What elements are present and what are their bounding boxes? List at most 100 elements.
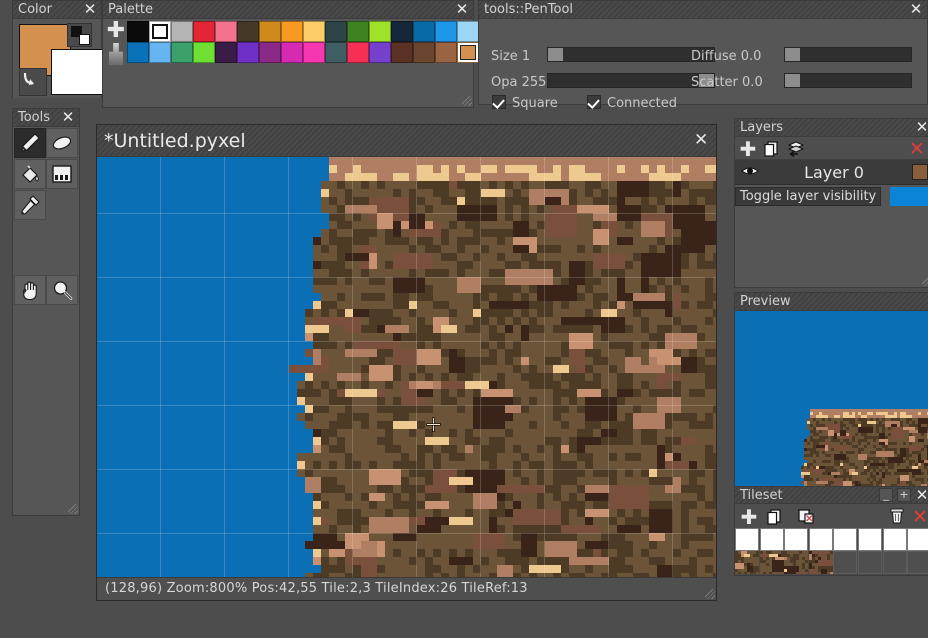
layer-thumbnail[interactable] — [912, 164, 928, 180]
size-slider-knob[interactable] — [548, 48, 563, 61]
background-color-swatch[interactable] — [51, 49, 103, 95]
palette-swatch[interactable] — [237, 21, 259, 42]
palette-swatch[interactable] — [457, 21, 479, 42]
pixel-canvas[interactable] — [97, 157, 716, 577]
close-icon[interactable]: ✕ — [694, 132, 708, 149]
opacity-slider[interactable] — [547, 73, 715, 88]
tileset-empty-slot[interactable] — [735, 528, 759, 551]
close-icon[interactable]: ✕ — [83, 2, 97, 17]
tileset-tile[interactable] — [735, 551, 759, 574]
tileset-empty-slot[interactable] — [808, 528, 833, 551]
clear-tileset-button[interactable] — [887, 506, 907, 525]
tileset-empty-slot[interactable] — [882, 528, 907, 551]
tileset-tile[interactable] — [784, 551, 809, 574]
tileset-empty-slot[interactable] — [907, 551, 928, 574]
pen-tool[interactable] — [14, 128, 46, 158]
close-icon[interactable]: ✕ — [915, 488, 928, 503]
palette-swatch[interactable] — [325, 42, 347, 63]
close-icon[interactable]: ✕ — [915, 120, 928, 135]
tileset-tile[interactable] — [808, 551, 833, 574]
connected-checkbox[interactable] — [587, 95, 601, 109]
maximize-icon[interactable]: + — [897, 488, 911, 502]
remove-tile-button[interactable]: ✕ — [910, 507, 928, 526]
palette-swatch[interactable] — [127, 42, 149, 63]
scatter-slider-knob[interactable] — [785, 74, 800, 87]
tileset-empty-slot[interactable] — [858, 528, 882, 551]
palette-swatch[interactable] — [435, 21, 457, 42]
tileset-empty-slot[interactable] — [833, 551, 858, 574]
palette-swatch[interactable] — [369, 42, 391, 63]
palette-swatch[interactable] — [457, 42, 479, 63]
color-panel-titlebar[interactable]: Color ✕ — [13, 1, 101, 19]
resize-grip[interactable] — [68, 504, 78, 514]
fill-tool[interactable] — [14, 159, 46, 189]
tileset-empty-slot[interactable] — [833, 528, 858, 551]
palette-swatch[interactable] — [149, 21, 171, 42]
preview-panel-titlebar[interactable]: Preview — [735, 293, 928, 311]
palette-swatch[interactable] — [281, 21, 303, 42]
close-icon[interactable]: ✕ — [61, 110, 75, 125]
delete-layer-button[interactable]: ✕ — [907, 139, 927, 158]
eraser-tool[interactable] — [46, 128, 78, 158]
resize-grip[interactable] — [462, 96, 472, 106]
palette-swatch[interactable] — [259, 42, 281, 63]
tools-panel-titlebar[interactable]: Tools ✕ — [13, 109, 79, 127]
palette-swatch[interactable] — [237, 42, 259, 63]
canvas-titlebar[interactable]: *Untitled.pyxel ✕ — [97, 125, 716, 157]
palette-swatch[interactable] — [281, 42, 303, 63]
close-icon[interactable]: ✕ — [909, 2, 923, 17]
palette-swatch[interactable] — [391, 42, 413, 63]
palette-swatch[interactable] — [435, 42, 457, 63]
add-layer-button[interactable]: ✚ — [738, 139, 758, 159]
minimize-icon[interactable]: _ — [879, 488, 893, 502]
tileset-empty-slot[interactable] — [759, 528, 784, 551]
close-icon[interactable]: ✕ — [455, 2, 469, 17]
palette-swatch[interactable] — [171, 42, 193, 63]
tileset-tile[interactable] — [759, 551, 784, 574]
layer-row[interactable]: Layer 0 — [735, 160, 928, 185]
palette-swatch[interactable] — [325, 21, 347, 42]
palette-swatch[interactable] — [303, 42, 325, 63]
palette-swatch[interactable] — [347, 21, 369, 42]
resize-grip[interactable] — [705, 589, 715, 599]
dither-tool[interactable] — [46, 159, 78, 189]
duplicate-layer-button[interactable] — [762, 139, 782, 158]
square-checkbox[interactable] — [492, 95, 506, 109]
add-tile-button[interactable]: ✚ — [739, 507, 759, 527]
zoom-tool[interactable] — [46, 275, 78, 305]
tileset-panel-titlebar[interactable]: Tileset _ + ✕ — [735, 487, 928, 504]
duplicate-tile-button[interactable] — [765, 507, 785, 526]
scatter-slider[interactable] — [784, 73, 912, 88]
tileset-empty-slot[interactable] — [907, 528, 928, 551]
size-slider[interactable] — [547, 47, 715, 62]
swap-colors-icon[interactable] — [67, 23, 92, 47]
palette-swatch[interactable] — [413, 42, 435, 63]
palette-panel-titlebar[interactable]: Palette ✕ — [103, 1, 473, 19]
palette-swatch[interactable] — [193, 42, 215, 63]
palette-swatch[interactable] — [413, 21, 435, 42]
palette-swatch[interactable] — [215, 21, 237, 42]
preview-render[interactable] — [735, 311, 928, 487]
palette-swatch[interactable] — [303, 21, 325, 42]
palette-swatch[interactable] — [259, 21, 281, 42]
color-ramp-icon[interactable] — [109, 43, 123, 65]
diffuse-slider[interactable] — [784, 47, 912, 62]
merge-layers-button[interactable] — [786, 139, 806, 158]
delete-tile-ref-button[interactable] — [797, 507, 817, 526]
palette-swatch[interactable] — [369, 21, 391, 42]
palette-swatch[interactable] — [347, 42, 369, 63]
palette-swatch[interactable] — [149, 42, 171, 63]
palette-swatch[interactable] — [215, 42, 237, 63]
tileset-empty-slot[interactable] — [784, 528, 809, 551]
palette-swatch[interactable] — [127, 21, 149, 42]
palette-swatch[interactable] — [193, 21, 215, 42]
diffuse-slider-knob[interactable] — [785, 48, 800, 61]
pentool-panel-titlebar[interactable]: tools::PenTool ✕ — [479, 1, 927, 19]
palette-swatch[interactable] — [171, 21, 193, 42]
tileset-empty-slot[interactable] — [882, 551, 907, 574]
tileset-grid[interactable] — [735, 528, 928, 574]
resize-grip[interactable] — [922, 276, 928, 286]
pan-tool[interactable] — [14, 275, 46, 305]
reset-colors-icon[interactable] — [19, 68, 47, 96]
add-color-button[interactable]: ✚ — [106, 20, 126, 42]
